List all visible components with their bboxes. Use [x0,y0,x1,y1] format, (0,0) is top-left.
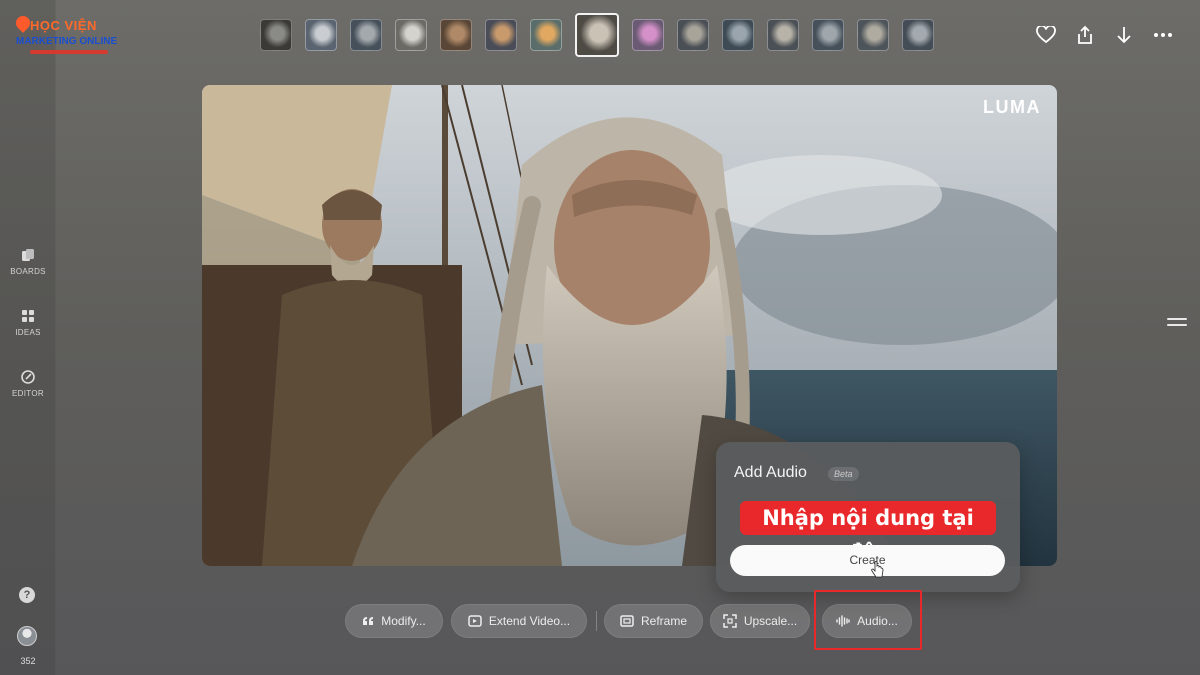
extend-video-button[interactable]: Extend Video... [451,604,587,638]
thumbnail-1[interactable] [260,19,292,51]
avatar[interactable] [17,626,37,646]
logo: HỌC VIỆN MARKETING ONLINE [12,13,122,58]
thumbnail-8[interactable] [575,13,619,57]
editor-icon [21,370,35,384]
audio-highlight-box [814,590,922,650]
thumbnail-4[interactable] [395,19,427,51]
sidebar-item-label: BOARDS [10,267,46,276]
thumbnail-12[interactable] [767,19,799,51]
top-actions [1035,24,1174,46]
thumbnail-2[interactable] [305,19,337,51]
credits-count: 352 [20,656,36,666]
beta-badge: Beta [828,467,859,481]
luma-watermark: LUMA [983,97,1041,117]
ideas-icon [22,310,34,322]
extend-video-label: Extend Video... [488,614,571,628]
thumbnail-11[interactable] [722,19,754,51]
logo-tagline-bar [30,50,108,54]
sidebar-item-boards[interactable]: BOARDS [0,247,56,276]
panel-handle[interactable] [1167,318,1187,328]
quote-icon [363,617,374,625]
hand-cursor-icon [871,561,884,578]
thumbnail-10[interactable] [677,19,709,51]
upscale-button[interactable]: Upscale... [710,604,810,638]
heart-icon[interactable] [1035,24,1057,46]
thumbnail-9[interactable] [632,19,664,51]
reframe-label: Reframe [640,614,687,628]
prompt-callout[interactable]: Nhập nội dung tại đây [740,501,996,564]
download-icon[interactable] [1113,24,1135,46]
logo-line1: HỌC VIỆN [30,18,97,33]
left-sidebar [0,0,56,675]
sidebar-item-label: IDEAS [15,328,41,337]
thumbnail-7[interactable] [530,19,562,51]
sidebar-item-editor[interactable]: EDITOR [0,369,56,398]
thumbnail-strip [260,13,934,57]
thumbnail-6[interactable] [485,19,517,51]
upscale-label: Upscale... [743,614,798,628]
thumbnail-3[interactable] [350,19,382,51]
reframe-icon [620,615,634,627]
logo-line2: MARKETING ONLINE [16,36,118,47]
reframe-button[interactable]: Reframe [604,604,703,638]
extend-video-icon [468,615,482,627]
add-audio-panel: Add Audio Beta Nhập nội dung tại đây Cre… [716,442,1020,592]
help-icon[interactable]: ? [19,587,35,603]
boards-icon [22,249,34,261]
thumbnail-15[interactable] [902,19,934,51]
sidebar-item-label: EDITOR [12,389,44,398]
upscale-icon [723,614,737,628]
thumbnail-5[interactable] [440,19,472,51]
sidebar-item-ideas[interactable]: IDEAS [0,308,56,337]
create-button[interactable]: Create [730,545,1005,576]
panel-title: Add Audio [734,464,807,481]
toolbar-divider [596,611,597,631]
thumbnail-14[interactable] [857,19,889,51]
more-icon[interactable] [1152,24,1174,46]
modify-label: Modify... [381,614,426,628]
modify-button[interactable]: Modify... [345,604,443,638]
share-icon[interactable] [1074,24,1096,46]
thumbnail-13[interactable] [812,19,844,51]
